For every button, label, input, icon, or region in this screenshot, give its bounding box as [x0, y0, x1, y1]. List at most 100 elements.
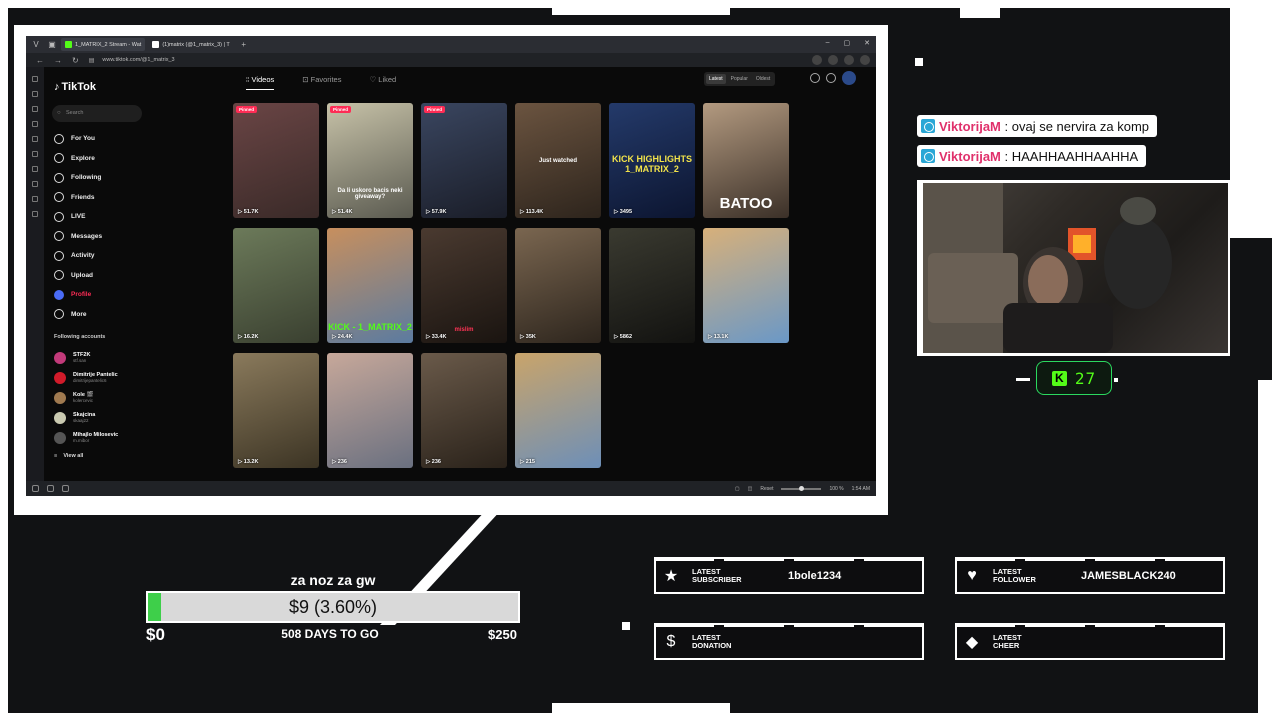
panel-icon[interactable]	[32, 151, 38, 157]
view-count: ▷ 113.4K	[520, 209, 543, 215]
vivaldi-icon[interactable]: V	[30, 40, 42, 50]
account-handle: skaaj22	[73, 418, 89, 423]
video-thumbnail[interactable]: ▷ 236	[421, 353, 507, 468]
sidebar-item-label: More	[71, 310, 87, 318]
webcam-feed	[923, 183, 1228, 353]
reader-icon[interactable]: ◫	[748, 486, 753, 492]
account-handle: m.mibor	[73, 438, 90, 443]
status-bar: ▢ ◫ Reset 100 % 1:54 AM	[26, 481, 876, 496]
sidebar-item-live[interactable]: LIVE	[54, 207, 102, 227]
video-thumbnail[interactable]: ▷ 215	[515, 353, 601, 468]
video-thumbnail[interactable]: ▷ 16.2K	[233, 228, 319, 343]
browser-sidebar	[26, 67, 44, 481]
view-all-link[interactable]: ≡ View all	[54, 453, 83, 459]
zoom-slider[interactable]	[781, 485, 822, 491]
sidebar-item-explore[interactable]: Explore	[54, 149, 102, 169]
minimize-icon[interactable]: –	[826, 39, 830, 47]
panel-icon[interactable]	[32, 211, 38, 217]
capture-icon[interactable]: ▢	[735, 486, 740, 492]
extension-icon[interactable]	[828, 55, 838, 65]
video-thumbnail[interactable]: ▷ 236	[327, 353, 413, 468]
kick-favicon-icon	[65, 41, 72, 48]
logo-text: TikTok	[61, 81, 96, 93]
video-thumbnail[interactable]: ▷ 35K	[515, 228, 601, 343]
tab-tiktok[interactable]: (1)matrix (@1_matrix_3) | T	[148, 38, 233, 51]
vpn-icon[interactable]	[844, 55, 854, 65]
event-label: LATEST FOLLOWER	[993, 567, 1063, 584]
video-thumbnail[interactable]: BATOO	[703, 103, 789, 218]
tab-liked[interactable]: ♡ Liked	[369, 75, 396, 90]
event-label: LATEST SUBSCRIBER	[692, 567, 762, 584]
sort-oldest[interactable]: Oldest	[753, 74, 773, 84]
maximize-icon[interactable]: ▢	[844, 39, 851, 47]
video-thumbnail[interactable]: mislim ▷ 33.4K	[421, 228, 507, 343]
video-thumbnail[interactable]: KICK - 1_MATRIX_2 ▷ 24.4K	[327, 228, 413, 343]
extension-icon[interactable]	[812, 55, 822, 65]
tab-favorites[interactable]: ⊡ Favorites	[302, 75, 341, 90]
sidebar-item-profile[interactable]: Profile	[54, 285, 102, 305]
following-account[interactable]: Dimitrije Pantelic dimitrijepantelic6	[54, 368, 118, 388]
tiktok-logo[interactable]: ♪ TikTok	[54, 81, 96, 93]
workspaces-icon[interactable]: ▣	[46, 40, 58, 50]
sort-latest[interactable]: Latest	[706, 74, 726, 84]
profile-icon[interactable]	[860, 55, 870, 65]
view-count: ▷ 236	[332, 459, 347, 465]
panel-toggle-icon[interactable]	[32, 485, 39, 492]
downloads-icon[interactable]	[32, 91, 38, 97]
panel-icon[interactable]	[32, 181, 38, 187]
video-thumbnail[interactable]: KICK HIGHLIGHTS 1_MATRIX_2 ▷ 3495	[609, 103, 695, 218]
video-thumbnail[interactable]: Pinned ▷ 51.7K	[233, 103, 319, 218]
sidebar-item-messages[interactable]: Messages	[54, 227, 102, 247]
tab-kick-stream[interactable]: 1_MATRIX_2 Stream - Wat	[61, 38, 146, 51]
tab-videos[interactable]: ⦙⦙ Videos	[246, 75, 275, 90]
view-all-label: View all	[63, 453, 84, 459]
video-thumbnail[interactable]: ▷ 5862	[609, 228, 695, 343]
video-thumbnail[interactable]: Just watched ▷ 113.4K	[515, 103, 601, 218]
coin-icon[interactable]	[810, 73, 820, 83]
view-count-value: 3495	[619, 209, 633, 215]
panel-icon[interactable]	[32, 136, 38, 142]
cloud-icon[interactable]	[62, 485, 69, 492]
following-account[interactable]: Skajcina skaaj22	[54, 408, 118, 428]
kick-icon: K	[1051, 370, 1067, 386]
tab-bar: V ▣ 1_MATRIX_2 Stream - Wat (1)matrix (@…	[26, 36, 876, 53]
sidebar-item-activity[interactable]: Activity	[54, 246, 102, 266]
sidebar-item-upload[interactable]: Upload	[54, 266, 102, 286]
tiling-icon[interactable]	[47, 485, 54, 492]
back-icon[interactable]: ←	[36, 56, 44, 65]
deco-bar	[1258, 380, 1272, 713]
following-account[interactable]: Kole 🎬 kolercevic	[54, 388, 118, 408]
latest-cheer-box: ◆ LATEST CHEER	[955, 623, 1225, 660]
video-thumbnail[interactable]: Pinned Da li uskoro bacis neki giveaway? ▷…	[327, 103, 413, 218]
close-icon[interactable]: ✕	[864, 39, 870, 47]
following-account[interactable]: Mihajlo Milosevic m.mibor	[54, 428, 118, 448]
following-account[interactable]: STF2K stf.san	[54, 348, 118, 368]
sidebar-item-friends[interactable]: Friends	[54, 188, 102, 208]
notes-icon[interactable]	[32, 121, 38, 127]
new-tab-icon[interactable]: +	[238, 40, 250, 50]
event-label-line: DONATION	[692, 640, 732, 650]
inbox-icon[interactable]	[826, 73, 836, 83]
upload-icon	[54, 270, 64, 281]
video-thumbnail[interactable]: ▷ 13.1K	[703, 228, 789, 343]
sidebar-item-for-you[interactable]: For You	[54, 129, 102, 149]
view-count-value: 51.7K	[243, 209, 259, 215]
url-field[interactable]: www.tiktok.com/@1_matrix_3	[102, 57, 174, 63]
sidebar-item-more[interactable]: More	[54, 305, 102, 325]
reset-label[interactable]: Reset	[760, 486, 773, 492]
tab-label: Videos	[251, 75, 275, 84]
video-thumbnail[interactable]: ▷ 13.2K	[233, 353, 319, 468]
forward-icon[interactable]: →	[54, 56, 62, 65]
bookmarks-icon[interactable]	[32, 76, 38, 82]
sort-popular[interactable]: Popular	[728, 74, 751, 84]
video-thumbnail[interactable]: Pinned ▷ 57.9K	[421, 103, 507, 218]
avatar[interactable]	[842, 71, 856, 85]
panel-icon[interactable]	[32, 166, 38, 172]
view-count-value: 13.1K	[713, 334, 729, 340]
search-input[interactable]: Search	[52, 105, 142, 122]
reload-icon[interactable]: ↻	[72, 56, 79, 65]
history-icon[interactable]	[32, 106, 38, 112]
pinned-badge: Pinned	[424, 106, 446, 113]
panel-icon[interactable]	[32, 196, 38, 202]
sidebar-item-following[interactable]: Following	[54, 168, 102, 188]
